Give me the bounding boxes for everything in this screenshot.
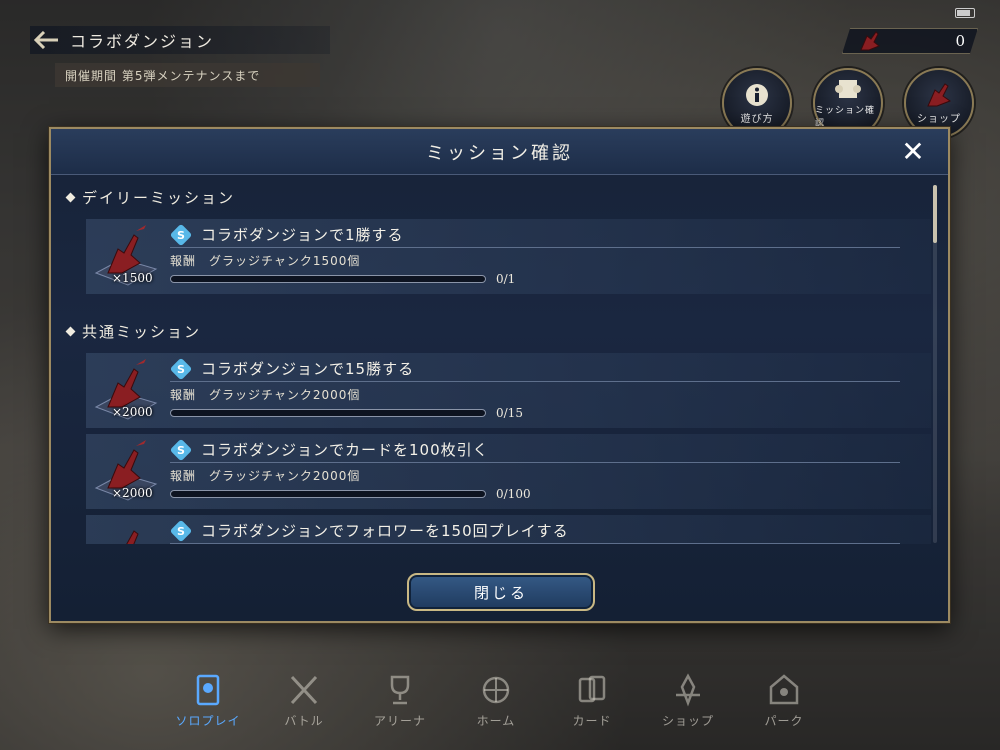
mission-badge-icon: S [170,358,192,380]
mission-badge-icon: S [170,224,192,246]
currency-counter: 0 [842,28,978,54]
progress-bar [170,490,486,498]
mission-item: ×1500 S コラボダンジョンで1勝する 報酬 グラッジチャンク1500個 0… [86,219,931,294]
bottom-nav: ソロプレイ バトル アリーナ ホーム カード ショップ パーク [160,672,840,742]
info-icon [746,83,768,106]
diamond-bullet-icon [65,326,76,337]
nav-label: アリーナ [373,714,426,728]
mission-reward: 報酬 グラッジチャンク1500個 [170,254,361,268]
mission-title: コラボダンジョンで15勝する [201,360,415,378]
divider [170,462,900,463]
nav-label: パーク [764,714,804,728]
mission-list[interactable]: デイリーミッション ×1500 S コラボダンジョンで1勝する 報酬 グラッジチ… [51,179,931,544]
diamond-bullet-icon [65,192,76,203]
nav-park[interactable]: パーク [736,672,832,729]
progress-bar [170,409,486,417]
mission-modal: ミッション確認 ✕ デイリーミッション ×1500 S コラボダンジョンで1勝す… [49,127,950,623]
how-to-play-label: 遊び方 [740,113,774,125]
nav-label: ホーム [476,714,516,728]
nav-shop[interactable]: ショップ [640,672,736,729]
reward-quantity: ×2000 [112,405,153,419]
reward-quantity: ×1500 [112,271,153,285]
nav-battle[interactable]: バトル [256,672,352,729]
page-title: コラボダンジョン [70,32,215,51]
shop-icon [927,82,952,106]
scrollbar-thumb[interactable] [933,185,937,243]
section-title-common: 共通ミッション [65,321,201,342]
nav-solo-play[interactable]: ソロプレイ [160,672,256,729]
scroll-icon [835,80,861,98]
svg-text:S: S [177,525,185,538]
mission-check-label: ミッション確認 [815,106,876,129]
nav-label: ソロプレイ [175,714,241,728]
progress-bar [170,275,486,283]
solo-play-icon [188,672,228,708]
svg-text:S: S [177,229,185,242]
divider [170,381,900,382]
progress-text: 0/15 [496,406,523,420]
nav-cards[interactable]: カード [544,672,640,729]
mission-badge-icon: S [170,520,192,542]
progress-text: 0/100 [496,487,531,501]
mission-item: S コラボダンジョンでフォロワーを150回プレイする [86,515,931,544]
divider [170,543,900,544]
divider [170,247,900,248]
trophy-icon [380,672,420,708]
shop-round-label: ショップ [917,113,961,125]
swords-icon [284,672,324,708]
nav-label: カード [572,714,612,728]
reward-quantity: ×2000 [112,486,153,500]
grudge-chunk-reward-icon [126,530,139,544]
modal-header: ミッション確認 ✕ [51,129,948,175]
mission-title: コラボダンジョンで1勝する [201,226,404,244]
close-button[interactable]: 閉じる [407,573,595,611]
event-period-label: 開催期間 第5弾メンテナンスまで [55,63,320,87]
close-icon[interactable]: ✕ [898,137,928,167]
mission-item: ×2000 S コラボダンジョンで15勝する 報酬 グラッジチャンク2000個 … [86,353,931,428]
header-bar: コラボダンジョン [30,26,330,54]
svg-text:S: S [177,444,185,457]
grudge-chunk-icon [860,31,880,51]
progress-text: 0/1 [496,272,516,286]
nav-home[interactable]: ホーム [448,672,544,729]
scrollbar[interactable] [933,185,937,543]
svg-text:S: S [177,363,185,376]
battery-icon [955,8,975,18]
park-icon [764,672,804,708]
mission-item: ×2000 S コラボダンジョンでカードを100枚引く 報酬 グラッジチャンク2… [86,434,931,509]
home-emblem-icon [476,672,516,708]
shop-icon [668,672,708,708]
back-arrow-icon[interactable] [30,26,64,54]
nav-label: バトル [284,714,324,728]
mission-title: コラボダンジョンでフォロワーを150回プレイする [201,522,569,540]
nav-label: ショップ [661,714,714,728]
section-title-daily: デイリーミッション [65,187,235,208]
mission-badge-icon: S [170,439,192,461]
mission-reward: 報酬 グラッジチャンク2000個 [170,388,361,402]
mission-reward: 報酬 グラッジチャンク2000個 [170,469,361,483]
mission-title: コラボダンジョンでカードを100枚引く [201,441,489,459]
modal-title: ミッション確認 [426,142,573,164]
cards-icon [572,672,612,708]
nav-arena[interactable]: アリーナ [352,672,448,729]
currency-value: 0 [955,32,965,50]
